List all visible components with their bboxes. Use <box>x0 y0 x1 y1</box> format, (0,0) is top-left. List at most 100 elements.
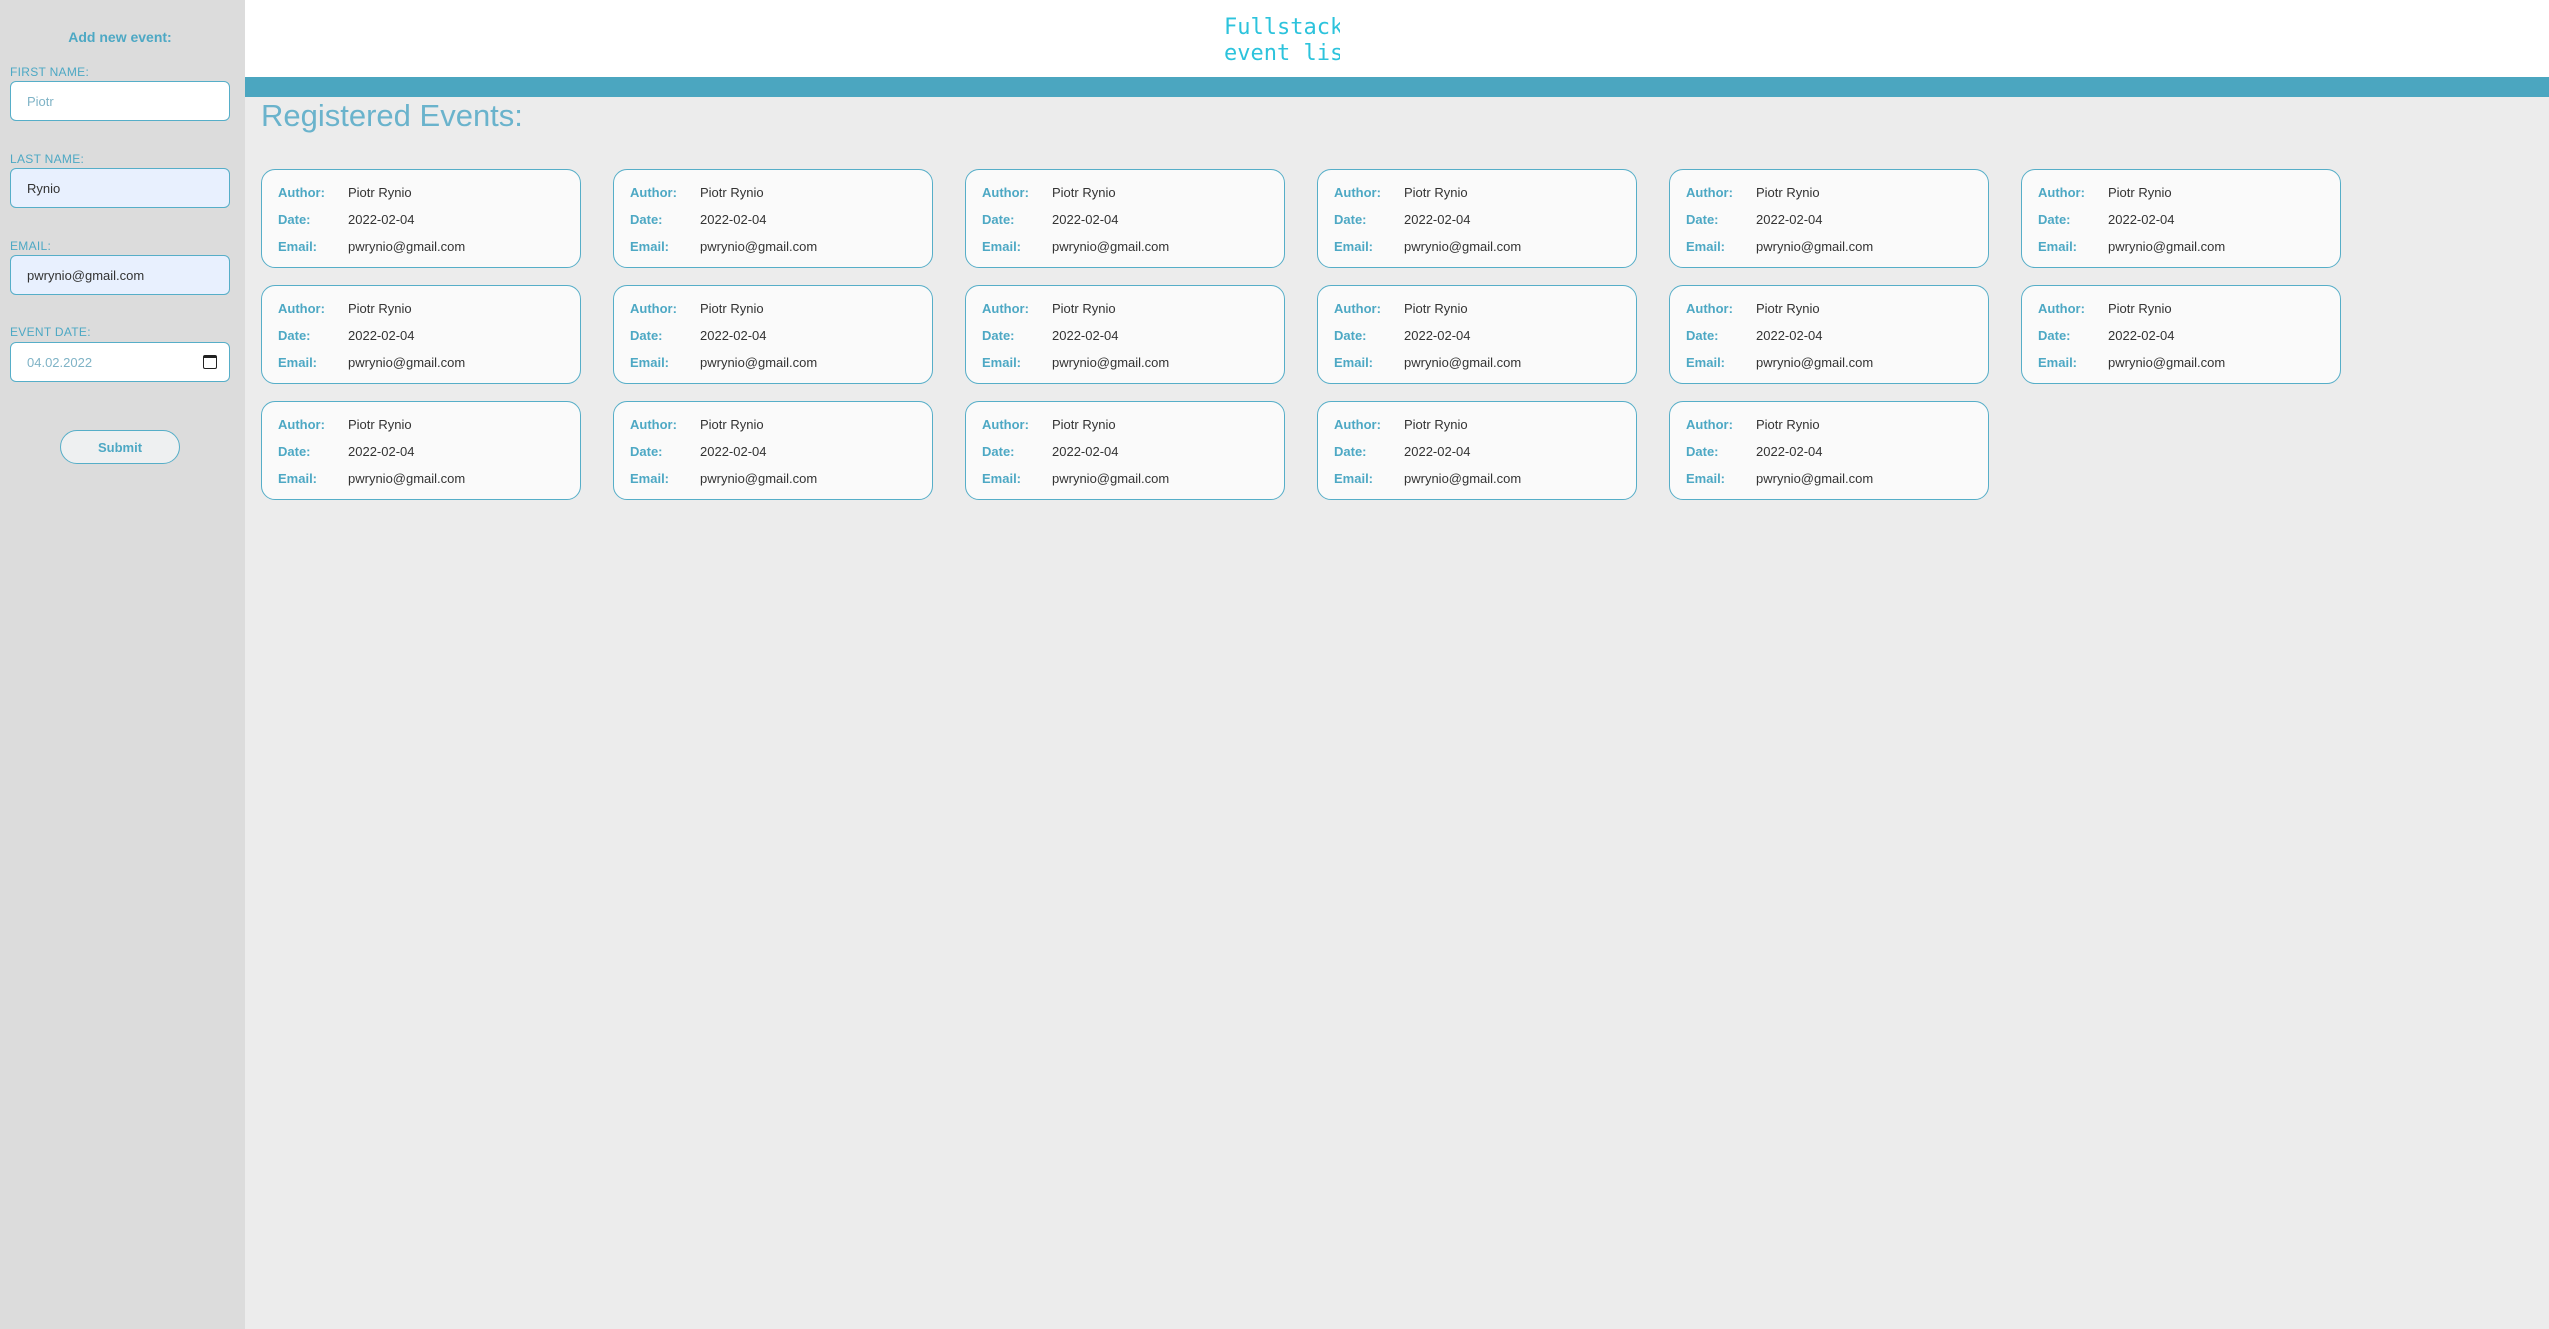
event-date-row: Date: 2022-02-04 <box>1686 209 1823 229</box>
event-email-label: Email: <box>1334 354 1374 370</box>
event-author-value: Piotr Rynio <box>1756 184 1820 200</box>
event-author-value: Piotr Rynio <box>348 184 412 200</box>
event-author-value: Piotr Rynio <box>348 416 412 432</box>
event-author-label: Author: <box>1334 416 1381 432</box>
last-name-input[interactable]: Rynio <box>10 168 230 208</box>
event-date-row: Date: 2022-02-04 <box>630 209 767 229</box>
event-author-value: Piotr Rynio <box>1052 416 1116 432</box>
event-card: Author: Piotr Rynio Date: 2022-02-04 Email: p… <box>2021 285 2341 384</box>
event-email-row: Email: pwrynio@gmail.com <box>2038 352 2225 372</box>
event-author-value: Piotr Rynio <box>1404 300 1468 316</box>
event-email-value: pwrynio@gmail.com <box>348 354 466 370</box>
event-author-row: Author: Piotr Rynio <box>1334 298 1468 318</box>
event-author-row: Author: Piotr Rynio <box>630 298 764 318</box>
event-author-label: Author: <box>1686 300 1733 316</box>
event-author-row: Author: Piotr Rynio <box>2038 182 2172 202</box>
event-card: Author: Piotr Rynio Date: 2022-02-04 Email: p… <box>613 401 933 500</box>
event-email-label: Email: <box>1334 238 1374 254</box>
event-email-row: Email: pwrynio@gmail.com <box>1334 236 1521 256</box>
event-date-input[interactable]: 04.02.2022 <box>10 342 230 382</box>
event-date-value: 2022-02-04 <box>700 211 767 227</box>
event-date-row: Date: 2022-02-04 <box>1334 209 1471 229</box>
event-email-label: Email: <box>278 470 318 486</box>
first-name-label: FIRST NAME: <box>10 65 90 79</box>
event-author-row: Author: Piotr Rynio <box>278 182 412 202</box>
event-card: Author: Piotr Rynio Date: 2022-02-04 Email: p… <box>1317 285 1637 384</box>
event-date-label: Date: <box>630 211 663 227</box>
event-date-label: Date: <box>630 327 663 343</box>
last-name-value: Rynio <box>27 180 61 196</box>
event-author-label: Author: <box>1334 300 1381 316</box>
event-author-label: Author: <box>630 416 677 432</box>
event-email-value: pwrynio@gmail.com <box>2108 354 2226 370</box>
calendar-icon[interactable] <box>203 355 217 369</box>
event-author-label: Author: <box>2038 300 2085 316</box>
event-email-value: pwrynio@gmail.com <box>1052 354 1170 370</box>
event-author-label: Author: <box>278 416 325 432</box>
page-title: Registered Events: <box>261 98 523 133</box>
event-author-label: Author: <box>630 184 677 200</box>
event-date-value: 2022-02-04 <box>1756 327 1823 343</box>
event-email-label: Email: <box>1334 470 1374 486</box>
event-author-value: Piotr Rynio <box>1052 184 1116 200</box>
event-author-row: Author: Piotr Rynio <box>982 182 1116 202</box>
event-date-label: Date: <box>278 211 311 227</box>
event-email-row: Email: pwrynio@gmail.com <box>2038 236 2225 256</box>
event-author-value: Piotr Rynio <box>1052 300 1116 316</box>
email-label: EMAIL: <box>10 239 52 253</box>
event-date-value: 2022-02-04 <box>1404 211 1471 227</box>
event-email-row: Email: pwrynio@gmail.com <box>982 352 1169 372</box>
event-author-row: Author: Piotr Rynio <box>1686 414 1820 434</box>
event-date-value: 2022-02-04 <box>1756 443 1823 459</box>
event-date-label: Date: <box>982 443 1015 459</box>
event-date-value: 2022-02-04 <box>1052 327 1119 343</box>
event-card: Author: Piotr Rynio Date: 2022-02-04 Email: p… <box>1669 285 1989 384</box>
submit-button[interactable]: Submit <box>60 430 180 464</box>
event-email-label: Email: <box>278 238 318 254</box>
event-card: Author: Piotr Rynio Date: 2022-02-04 Email: p… <box>1317 401 1637 500</box>
event-email-value: pwrynio@gmail.com <box>348 238 466 254</box>
header-accent-bar <box>245 77 2549 97</box>
event-email-label: Email: <box>2038 354 2078 370</box>
event-email-row: Email: pwrynio@gmail.com <box>1334 468 1521 488</box>
email-input[interactable]: pwrynio@gmail.com <box>10 255 230 295</box>
event-email-row: Email: pwrynio@gmail.com <box>1686 352 1873 372</box>
event-date-label: Date: <box>1686 211 1719 227</box>
event-author-label: Author: <box>630 300 677 316</box>
first-name-input[interactable]: Piotr <box>10 81 230 121</box>
event-card: Author: Piotr Rynio Date: 2022-02-04 Email: p… <box>261 285 581 384</box>
event-author-row: Author: Piotr Rynio <box>278 414 412 434</box>
event-email-value: pwrynio@gmail.com <box>1404 238 1522 254</box>
event-author-row: Author: Piotr Rynio <box>1334 414 1468 434</box>
last-name-label: LAST NAME: <box>10 152 85 166</box>
event-author-label: Author: <box>982 300 1029 316</box>
event-email-label: Email: <box>630 238 670 254</box>
event-email-value: pwrynio@gmail.com <box>1756 238 1874 254</box>
event-card: Author: Piotr Rynio Date: 2022-02-04 Email: p… <box>1669 401 1989 500</box>
event-date-row: Date: 2022-02-04 <box>1334 325 1471 345</box>
event-date-label: Date: <box>1334 443 1367 459</box>
event-author-label: Author: <box>278 300 325 316</box>
event-date-label: Date: <box>1334 211 1367 227</box>
event-author-value: Piotr Rynio <box>1404 416 1468 432</box>
event-author-label: Author: <box>1686 416 1733 432</box>
event-email-row: Email: pwrynio@gmail.com <box>278 468 465 488</box>
event-author-row: Author: Piotr Rynio <box>1686 182 1820 202</box>
event-email-row: Email: pwrynio@gmail.com <box>1686 236 1873 256</box>
event-author-value: Piotr Rynio <box>1756 300 1820 316</box>
event-date-label: Date: <box>982 211 1015 227</box>
event-card: Author: Piotr Rynio Date: 2022-02-04 Email: p… <box>2021 169 2341 268</box>
event-date-label: Date: <box>1334 327 1367 343</box>
event-date-row: Date: 2022-02-04 <box>1686 325 1823 345</box>
event-date-value: 2022-02-04 <box>1052 443 1119 459</box>
event-email-row: Email: pwrynio@gmail.com <box>1686 468 1873 488</box>
event-email-row: Email: pwrynio@gmail.com <box>278 352 465 372</box>
event-date-row: Date: 2022-02-04 <box>278 441 415 461</box>
event-author-value: Piotr Rynio <box>700 184 764 200</box>
event-email-label: Email: <box>1686 238 1726 254</box>
event-author-value: Piotr Rynio <box>1756 416 1820 432</box>
event-date-row: Date: 2022-02-04 <box>1334 441 1471 461</box>
event-date-value: 2022-02-04 <box>1756 211 1823 227</box>
email-value: pwrynio@gmail.com <box>27 267 145 283</box>
event-date-row: Date: 2022-02-04 <box>2038 209 2175 229</box>
